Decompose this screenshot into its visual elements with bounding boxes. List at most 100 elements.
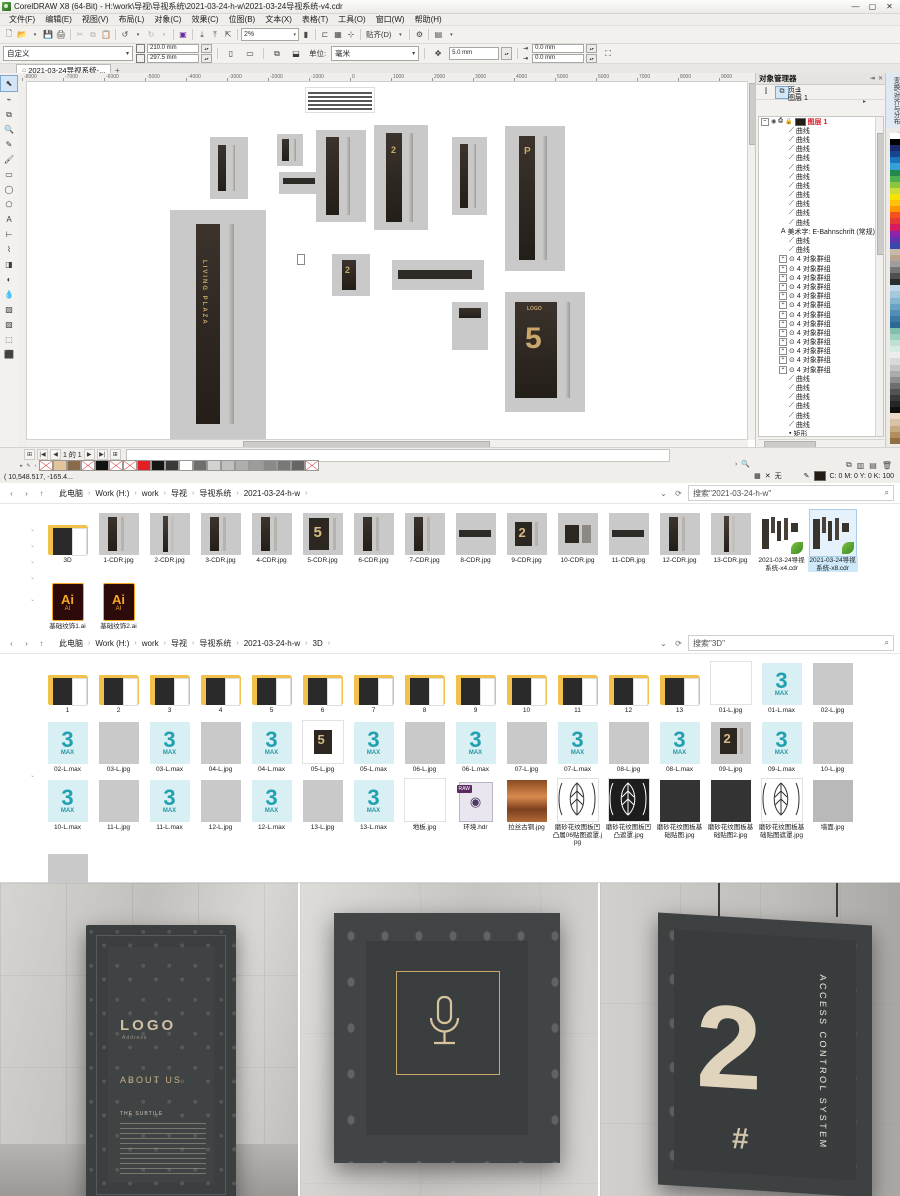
file-item[interactable]: 7 [348, 660, 399, 715]
file-item[interactable]: RAW ◉ 环境.hdr [450, 777, 501, 847]
object-row[interactable]: ⟋ 曲线 [759, 126, 875, 135]
scroll-right-icon[interactable]: › [735, 461, 737, 468]
status-swatch-12[interactable] [207, 460, 221, 471]
file-thumbnail[interactable] [759, 777, 805, 823]
export-for-icon[interactable]: ⇱ [222, 28, 234, 41]
units-combo[interactable]: 毫米 ▾ [331, 46, 420, 61]
file-item[interactable]: 磨砂花纹图板凹凸遮罩.jpg [603, 777, 654, 847]
straight-line-connector-icon[interactable]: ⌇ [1, 242, 17, 257]
layer-props-icon[interactable]: ▤ [869, 461, 877, 470]
file-item[interactable]: 3 MAX 12-L.max [246, 777, 297, 847]
palette-swatch-50[interactable] [890, 437, 900, 444]
refresh-icon[interactable]: ⟳ [673, 638, 684, 649]
expand-toggle[interactable]: + [779, 356, 787, 365]
object-row[interactable]: ⟋ 曲线 [759, 402, 875, 411]
breadcrumb-item-2-4[interactable]: 导视系统 [197, 637, 233, 650]
up-icon[interactable]: ↑ [36, 638, 47, 649]
object-row[interactable]: ⟋ 曲线 [759, 236, 875, 245]
file-item[interactable]: 06-L.jpg [399, 719, 450, 774]
file-thumbnail[interactable]: 3 MAX [657, 719, 703, 765]
status-swatch-8[interactable] [151, 460, 165, 471]
publish-pdf-icon[interactable]: ▣ [177, 28, 189, 41]
freehand-tool-icon[interactable]: ✎ [1, 137, 17, 152]
file-thumbnail[interactable] [708, 510, 754, 556]
artboard-sign-b[interactable] [277, 134, 303, 166]
file-item[interactable]: 01-L.jpg [705, 660, 756, 715]
artistic-media-icon[interactable]: 🖌 [1, 152, 17, 167]
pick-tool-icon[interactable]: ⬉ [0, 75, 18, 92]
file-item[interactable]: 4-CDR.jpg [246, 510, 297, 572]
export-icon[interactable]: ⤒ [209, 28, 221, 41]
file-item[interactable]: 3 MAX 08-L.max [654, 719, 705, 774]
breadcrumb-item-2-3[interactable]: 导视 [169, 637, 189, 650]
photo-wall-pictogram-sign[interactable] [300, 883, 598, 1196]
docker-close-button[interactable]: ✕ [878, 75, 883, 82]
file-thumbnail[interactable]: Ai AI [45, 576, 91, 622]
file-item[interactable]: 4 [195, 660, 246, 715]
object-row[interactable]: ⟋ 曲线 [759, 200, 875, 209]
lock-icon[interactable]: 🔒 [785, 118, 792, 125]
drawing-canvas[interactable]: 2 P LIVING PLAZA 2 LOGO 5 [26, 81, 756, 448]
menu-item-4[interactable]: 对象(C) [149, 14, 186, 25]
snap-dropdown-icon[interactable]: ▾ [394, 28, 406, 41]
paste-icon[interactable]: 📋 [100, 28, 112, 41]
docker-page-arrow[interactable]: ▸ [863, 98, 866, 105]
file-thumbnail[interactable] [249, 510, 295, 556]
all-pages-button[interactable]: ⧉ [269, 46, 285, 61]
file-item[interactable]: 3 MAX 03-L.max [144, 719, 195, 774]
file-item[interactable]: 8 [399, 660, 450, 715]
file-item[interactable]: 3 [144, 660, 195, 715]
file-thumbnail[interactable] [45, 510, 91, 556]
file-item[interactable]: 9 [450, 660, 501, 715]
show-object-properties-icon[interactable]: ⫿ [759, 86, 773, 99]
object-row[interactable]: ⟋ 曲线 [759, 135, 875, 144]
file-thumbnail[interactable] [300, 777, 346, 823]
file-thumbnail[interactable] [45, 660, 91, 706]
master-layer-icon[interactable]: ▥ [857, 461, 865, 470]
artboard-sign-d[interactable] [316, 130, 366, 222]
file-thumbnail[interactable]: 3 MAX [351, 777, 397, 823]
file-thumbnail[interactable] [96, 660, 142, 706]
color-eyedropper-icon[interactable]: 💧 [1, 287, 17, 302]
file-thumbnail[interactable] [708, 660, 754, 706]
status-swatch-16[interactable] [263, 460, 277, 471]
color-palette[interactable] [890, 133, 900, 444]
status-swatch-13[interactable] [221, 460, 235, 471]
current-page-button[interactable]: ⬓ [288, 46, 304, 61]
menu-item-0[interactable]: 文件(F) [4, 14, 40, 25]
file-thumbnail[interactable]: 3 MAX [249, 719, 295, 765]
file-thumbnail[interactable] [504, 719, 550, 765]
align-guides-icon[interactable]: ⊏ [319, 28, 331, 41]
navigation-pane-2[interactable]: ⌄ [0, 654, 40, 882]
artboard-sign-a[interactable] [210, 137, 248, 199]
object-list-scrollbar[interactable] [875, 117, 883, 436]
breadcrumb-item-1-2[interactable]: work [140, 488, 161, 499]
expand-toggle[interactable]: + [779, 319, 787, 328]
object-row[interactable]: ⟋ 曲线 [759, 383, 875, 392]
file-thumbnail[interactable] [147, 510, 193, 556]
file-item[interactable]: 磨砂花纹图板基础贴图遮罩.jpg [756, 777, 807, 847]
duplicate-x-input[interactable]: 0.0 mm [532, 44, 585, 53]
file-item[interactable]: 5 5-CDR.jpg [297, 510, 348, 572]
file-thumbnail[interactable]: 3 MAX [759, 660, 805, 706]
ellipse-tool-icon[interactable]: ◯ [1, 182, 17, 197]
file-item[interactable]: 12 [603, 660, 654, 715]
file-thumbnail[interactable] [504, 777, 550, 823]
file-thumbnail[interactable]: 3 MAX [45, 777, 91, 823]
breadcrumb-item-1-1[interactable]: Work (H:) [93, 488, 131, 499]
chevron-down-icon[interactable]: ⌄ [658, 488, 669, 499]
object-layer-row[interactable]: − ◉ ⎙ 🔒 图层 1 [759, 117, 875, 126]
undo-dropdown-icon[interactable]: ▾ [132, 28, 144, 41]
file-item[interactable]: 6-CDR.jpg [348, 510, 399, 572]
artboard-sign-j[interactable] [452, 302, 488, 350]
object-row[interactable]: ⟋ 曲线 [759, 374, 875, 383]
file-item[interactable]: 12-L.jpg [195, 777, 246, 847]
file-area-1[interactable]: ⌄ ⌄ ⌄ ⌄ ⌄ 3D 1-CDR.jpg 2-CDR.jpg 3-CDR.jpg 4… [0, 504, 900, 633]
file-item[interactable]: 13-CDR.jpg [705, 510, 756, 572]
file-item[interactable]: 07-L.jpg [501, 719, 552, 774]
file-item[interactable]: 03-L.jpg [93, 719, 144, 774]
breadcrumb-item-1-0[interactable]: 此电脑 [57, 487, 85, 500]
file-item[interactable]: 3 MAX 10-L.max [42, 777, 93, 847]
artboard-sign-f[interactable] [452, 137, 487, 215]
save-icon[interactable]: 💾 [42, 28, 54, 41]
